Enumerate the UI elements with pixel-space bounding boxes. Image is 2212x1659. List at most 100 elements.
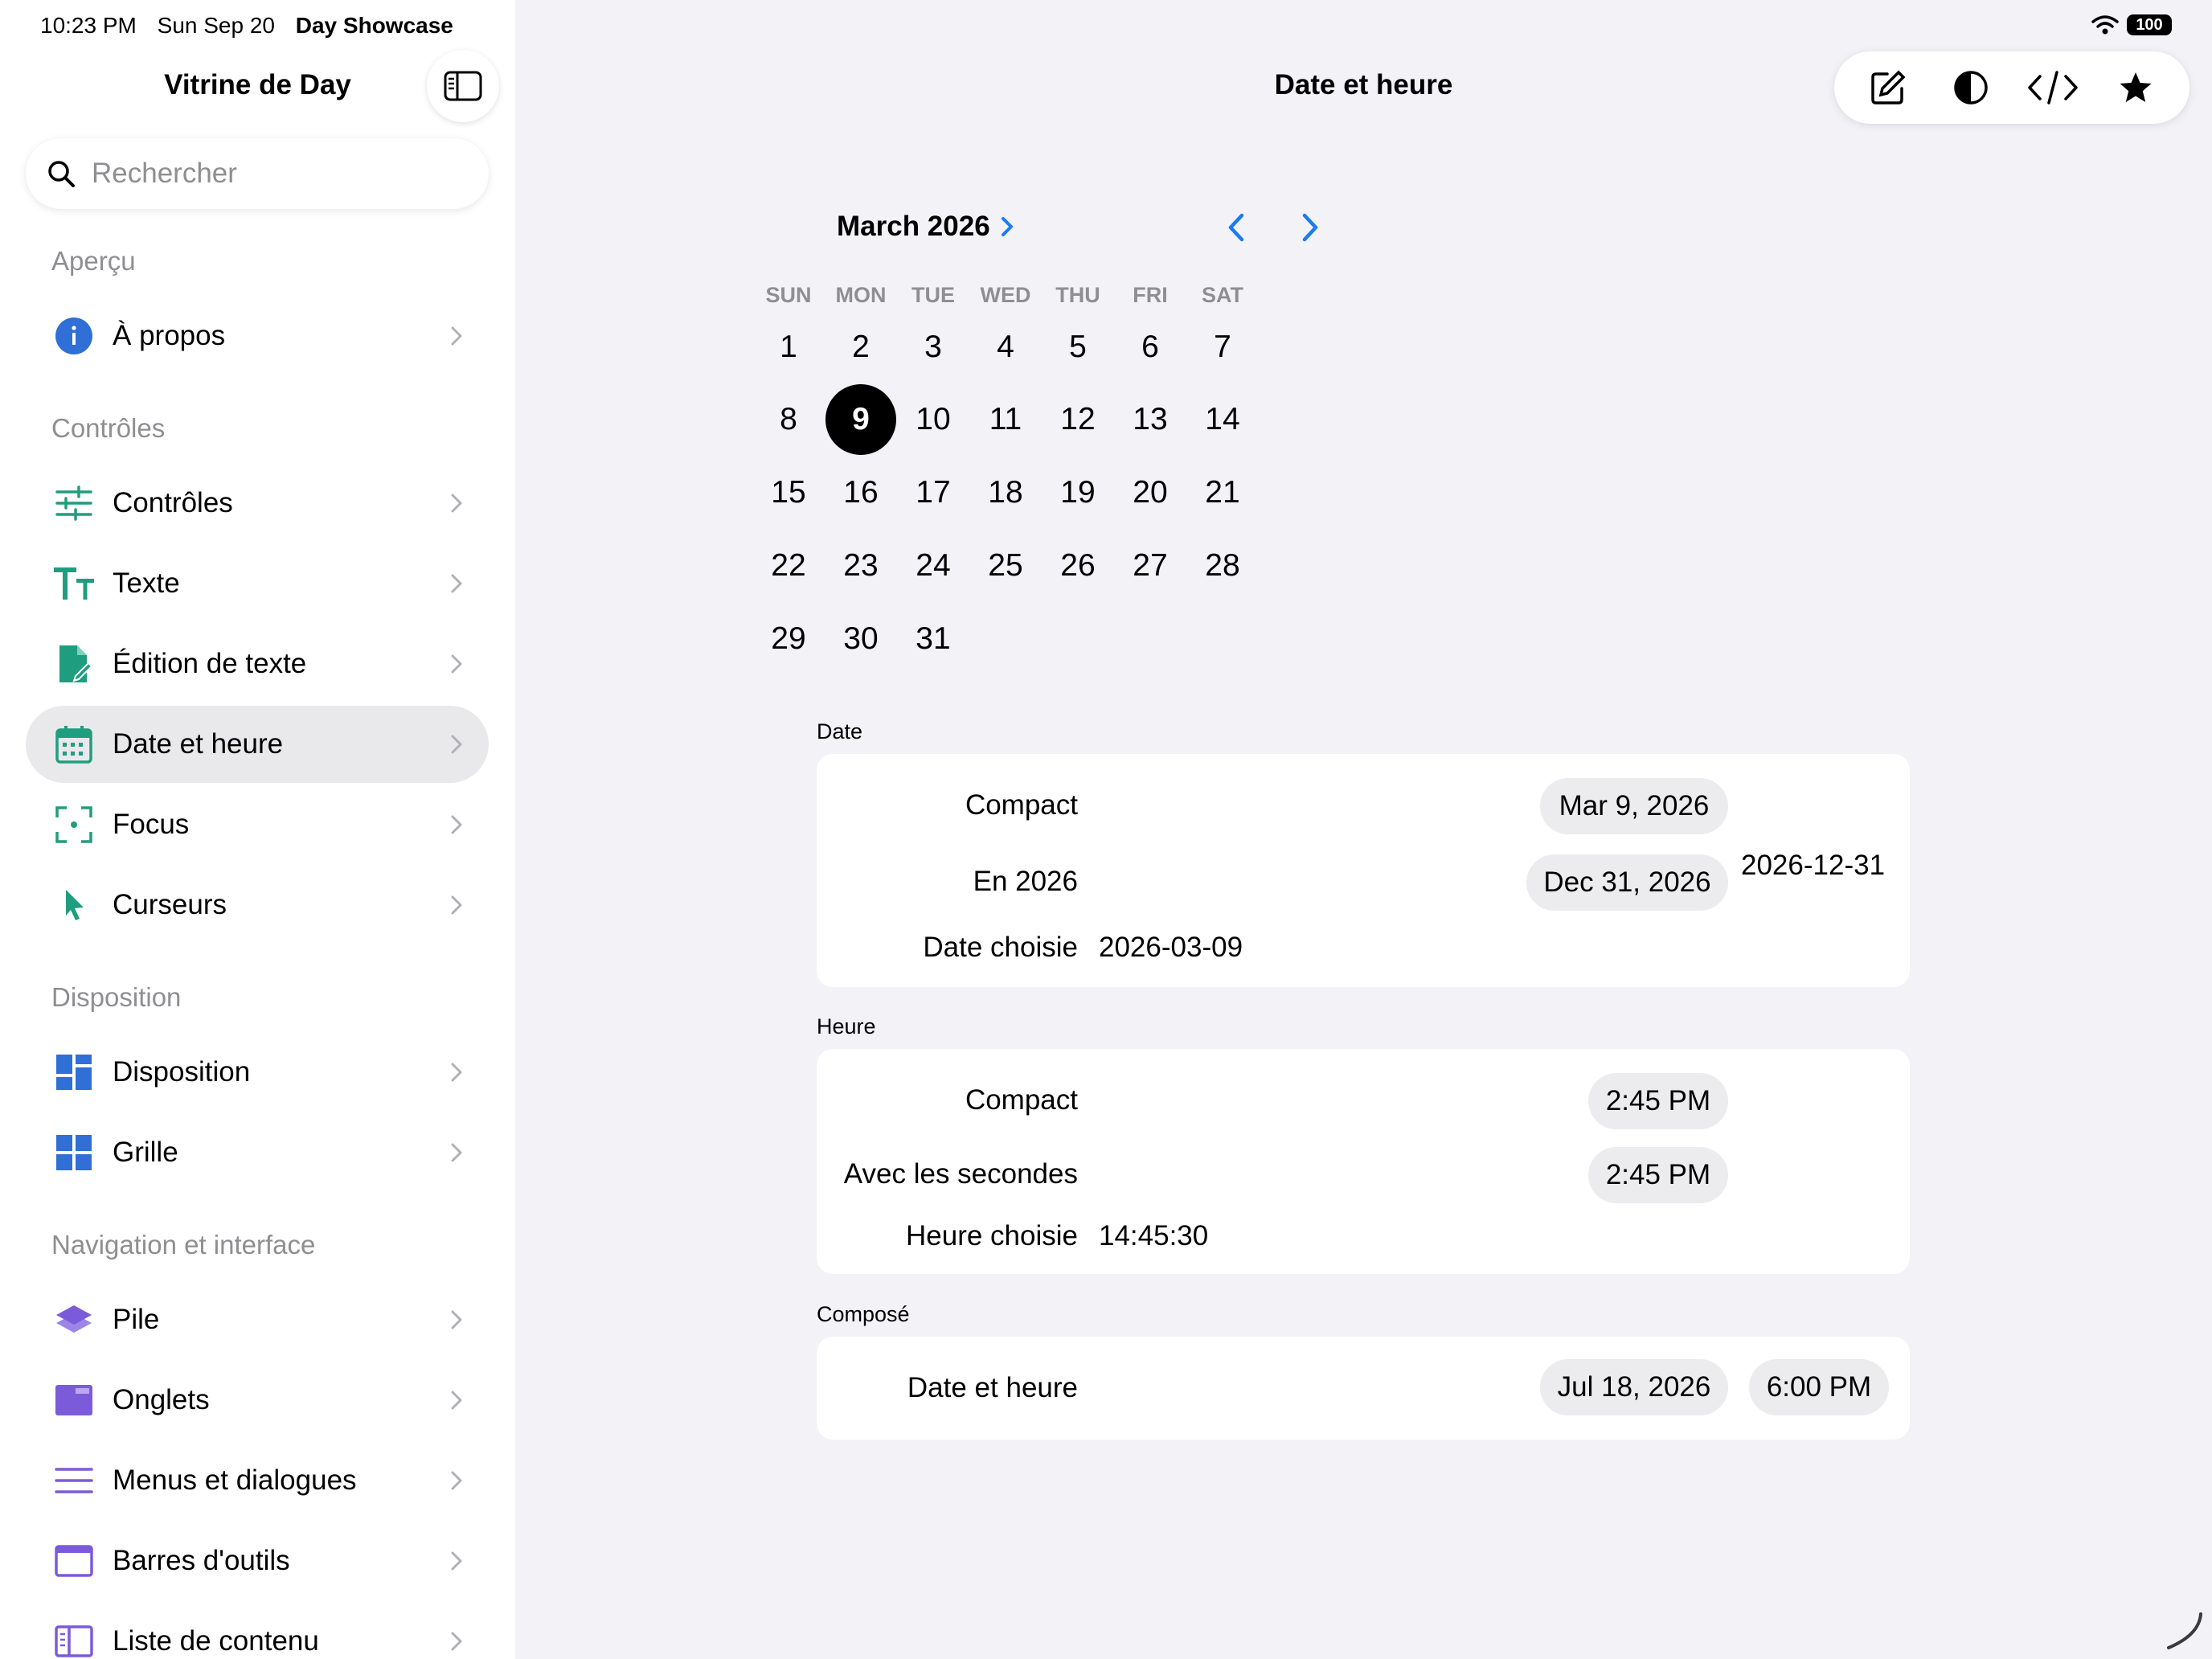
- calendar-day[interactable]: 10: [898, 384, 969, 455]
- sidebar-item-label: Curseurs: [113, 889, 227, 920]
- calendar-day[interactable]: 21: [1187, 457, 1258, 528]
- row-label: Date et heure: [907, 1372, 1078, 1403]
- sidebar: 10:23 PM Sun Sep 20 Day Showcase Vitrine…: [0, 0, 515, 1659]
- sidebar-item-barres-d-outils[interactable]: Barres d'outils: [26, 1522, 489, 1600]
- info-icon: [53, 315, 95, 357]
- text-size-icon: [53, 563, 95, 604]
- code-button[interactable]: [2021, 55, 2085, 120]
- previous-month-button[interactable]: [1216, 207, 1256, 248]
- time-picker-with-seconds[interactable]: 2:45 PM: [1588, 1147, 1728, 1203]
- sidebar-item-grille[interactable]: Grille: [26, 1114, 489, 1191]
- sidebar-item-date-et-heure[interactable]: Date et heure: [26, 706, 489, 783]
- sidebar-item-a-propos[interactable]: À propos: [26, 297, 489, 375]
- sidebar-item-label: Pile: [113, 1304, 160, 1335]
- composed-card: Date et heure Jul 18, 2026 6:00 PM: [817, 1337, 1910, 1440]
- sidebar-item-texte[interactable]: Texte: [26, 545, 489, 622]
- calendar-day[interactable]: 24: [898, 530, 969, 601]
- status-date: Sun Sep 20: [157, 13, 275, 38]
- chevron-right-icon: [451, 1471, 462, 1490]
- sidebar-item-disposition[interactable]: Disposition: [26, 1034, 489, 1111]
- chevron-right-icon: [451, 735, 462, 754]
- composed-date-picker[interactable]: Jul 18, 2026: [1540, 1359, 1728, 1415]
- calendar-day[interactable]: 27: [1115, 530, 1186, 601]
- date-picker-in-2026[interactable]: Dec 31, 2026: [1526, 854, 1728, 911]
- sidebar-toggle-icon: [444, 71, 482, 101]
- calendar-day[interactable]: 17: [898, 457, 969, 528]
- sidebar-item-edition-de-texte[interactable]: Édition de texte: [26, 625, 489, 703]
- section-header-apercu: Aperçu: [51, 246, 136, 276]
- focus-icon: [53, 804, 95, 846]
- calendar-weekday-label: FRI: [1133, 283, 1168, 307]
- calendar-day[interactable]: 3: [898, 312, 969, 383]
- calendar-day[interactable]: 28: [1187, 530, 1258, 601]
- contrast-icon: [1954, 71, 1988, 104]
- calendar-day[interactable]: 26: [1043, 530, 1113, 601]
- calendar-day[interactable]: 22: [753, 530, 824, 601]
- sidebar-item-liste-de-contenu[interactable]: Liste de contenu: [26, 1603, 489, 1659]
- calendar-day[interactable]: 7: [1187, 312, 1258, 383]
- section-header-disposition: Disposition: [51, 982, 182, 1012]
- date-picker-compact[interactable]: Mar 9, 2026: [1540, 778, 1728, 834]
- search-input[interactable]: [90, 157, 463, 190]
- calendar-day[interactable]: 18: [970, 457, 1041, 528]
- status-time: 10:23 PM: [40, 13, 137, 38]
- time-card: Compact 2:45 PM Avec les secondes 2:45 P…: [817, 1049, 1910, 1274]
- calendar-day[interactable]: 5: [1043, 312, 1113, 383]
- calendar-day[interactable]: 14: [1187, 384, 1258, 455]
- calendar-day[interactable]: 20: [1115, 457, 1186, 528]
- row-label: Compact: [965, 1084, 1078, 1116]
- calendar-day[interactable]: 25: [970, 530, 1041, 601]
- next-month-button[interactable]: [1290, 207, 1330, 248]
- chevron-right-icon: [1001, 217, 1013, 236]
- status-bar-left: 10:23 PM Sun Sep 20 Day Showcase: [40, 13, 468, 39]
- sidebar-item-label: Édition de texte: [113, 648, 307, 679]
- calendar-day[interactable]: 6: [1115, 312, 1186, 383]
- group-label-date: Date: [817, 719, 863, 743]
- calendar-day[interactable]: 29: [753, 604, 824, 674]
- calendar-day[interactable]: 31: [898, 604, 969, 674]
- compose-button[interactable]: [1856, 55, 1920, 120]
- calendar-day[interactable]: 15: [753, 457, 824, 528]
- toolbar: [1834, 51, 2189, 124]
- pointer-icon: [53, 884, 95, 926]
- search-field[interactable]: [26, 138, 489, 209]
- chevron-right-icon: [1302, 213, 1318, 242]
- calendar-day[interactable]: 1: [753, 312, 824, 383]
- sidebar-item-menus-et-dialogues[interactable]: Menus et dialogues: [26, 1442, 489, 1519]
- chevron-right-icon: [451, 815, 462, 834]
- calendar-day[interactable]: 2: [825, 312, 896, 383]
- appearance-toggle-button[interactable]: [1939, 55, 2003, 120]
- calendar-day-selected[interactable]: 9: [825, 384, 896, 455]
- calendar-day[interactable]: 4: [970, 312, 1041, 383]
- chosen-date-value: 2026-03-09: [1099, 932, 1243, 963]
- wifi-icon: [2091, 15, 2119, 35]
- calendar-day[interactable]: 30: [825, 604, 896, 674]
- sidebar-item-label: Onglets: [113, 1384, 210, 1415]
- sidebar-item-controles[interactable]: Contrôles: [26, 465, 489, 542]
- month-picker-button[interactable]: March 2026: [837, 211, 1014, 243]
- calendar-icon: [53, 723, 95, 765]
- document-edit-icon: [53, 643, 95, 685]
- calendar-day[interactable]: 19: [1043, 457, 1113, 528]
- menu-lines-icon: [53, 1460, 95, 1501]
- time-picker-compact[interactable]: 2:45 PM: [1588, 1073, 1728, 1129]
- chevron-right-icon: [451, 1391, 462, 1410]
- sidebar-item-onglets[interactable]: Onglets: [26, 1362, 489, 1439]
- sidebar-toggle-button[interactable]: [427, 50, 499, 122]
- calendar-day[interactable]: 12: [1043, 384, 1113, 455]
- sliders-icon: [53, 482, 95, 524]
- sidebar-item-focus[interactable]: Focus: [26, 786, 489, 863]
- calendar-day[interactable]: 23: [825, 530, 896, 601]
- sidebar-item-pile[interactable]: Pile: [26, 1281, 489, 1358]
- section-header-navigation: Navigation et interface: [51, 1230, 316, 1260]
- calendar-day[interactable]: 8: [753, 384, 824, 455]
- calendar-day[interactable]: 13: [1115, 384, 1186, 455]
- composed-time-picker[interactable]: 6:00 PM: [1749, 1359, 1889, 1415]
- resize-grabber-icon: [2167, 1612, 2202, 1649]
- calendar-weekday-label: MON: [835, 283, 887, 307]
- date-iso-text: 2026-12-31: [1741, 850, 1886, 881]
- favorite-button[interactable]: [2103, 55, 2168, 120]
- sidebar-item-curseurs[interactable]: Curseurs: [26, 866, 489, 944]
- calendar-day[interactable]: 16: [825, 457, 896, 528]
- calendar-day[interactable]: 11: [970, 384, 1041, 455]
